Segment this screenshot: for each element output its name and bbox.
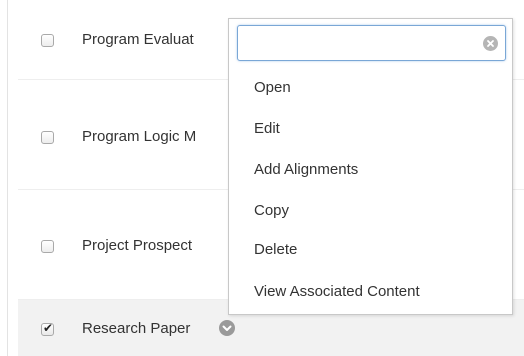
menu-item-add-alignments[interactable]: Add Alignments [254, 161, 358, 178]
item-title[interactable]: Research Paper [82, 320, 190, 337]
menu-search-box [237, 25, 506, 61]
left-edge [0, 0, 8, 356]
chevron-down-circle-icon[interactable] [219, 320, 235, 336]
menu-item-edit[interactable]: Edit [254, 120, 280, 137]
clear-circle-icon[interactable] [483, 36, 498, 51]
menu-item-delete[interactable]: Delete [254, 241, 297, 258]
menu-item-copy[interactable]: Copy [254, 202, 289, 219]
item-checkbox-checked[interactable]: ✔ [41, 321, 54, 336]
item-checkbox[interactable] [41, 34, 54, 47]
item-title[interactable]: Program Evaluat [82, 31, 194, 48]
checkmark-icon: ✔ [43, 321, 54, 335]
item-checkbox[interactable] [41, 240, 54, 253]
item-title[interactable]: Project Prospect [82, 237, 192, 254]
content-list-page: Program Evaluat Program Logic M Project … [0, 0, 524, 356]
item-title[interactable]: Program Logic M [82, 128, 196, 145]
context-menu: Open Edit Add Alignments Copy Delete Vie… [228, 18, 513, 315]
menu-item-view-associated-content[interactable]: View Associated Content [254, 283, 420, 300]
item-checkbox[interactable] [41, 131, 54, 144]
menu-search-input[interactable] [244, 32, 466, 54]
menu-item-open[interactable]: Open [254, 79, 291, 96]
